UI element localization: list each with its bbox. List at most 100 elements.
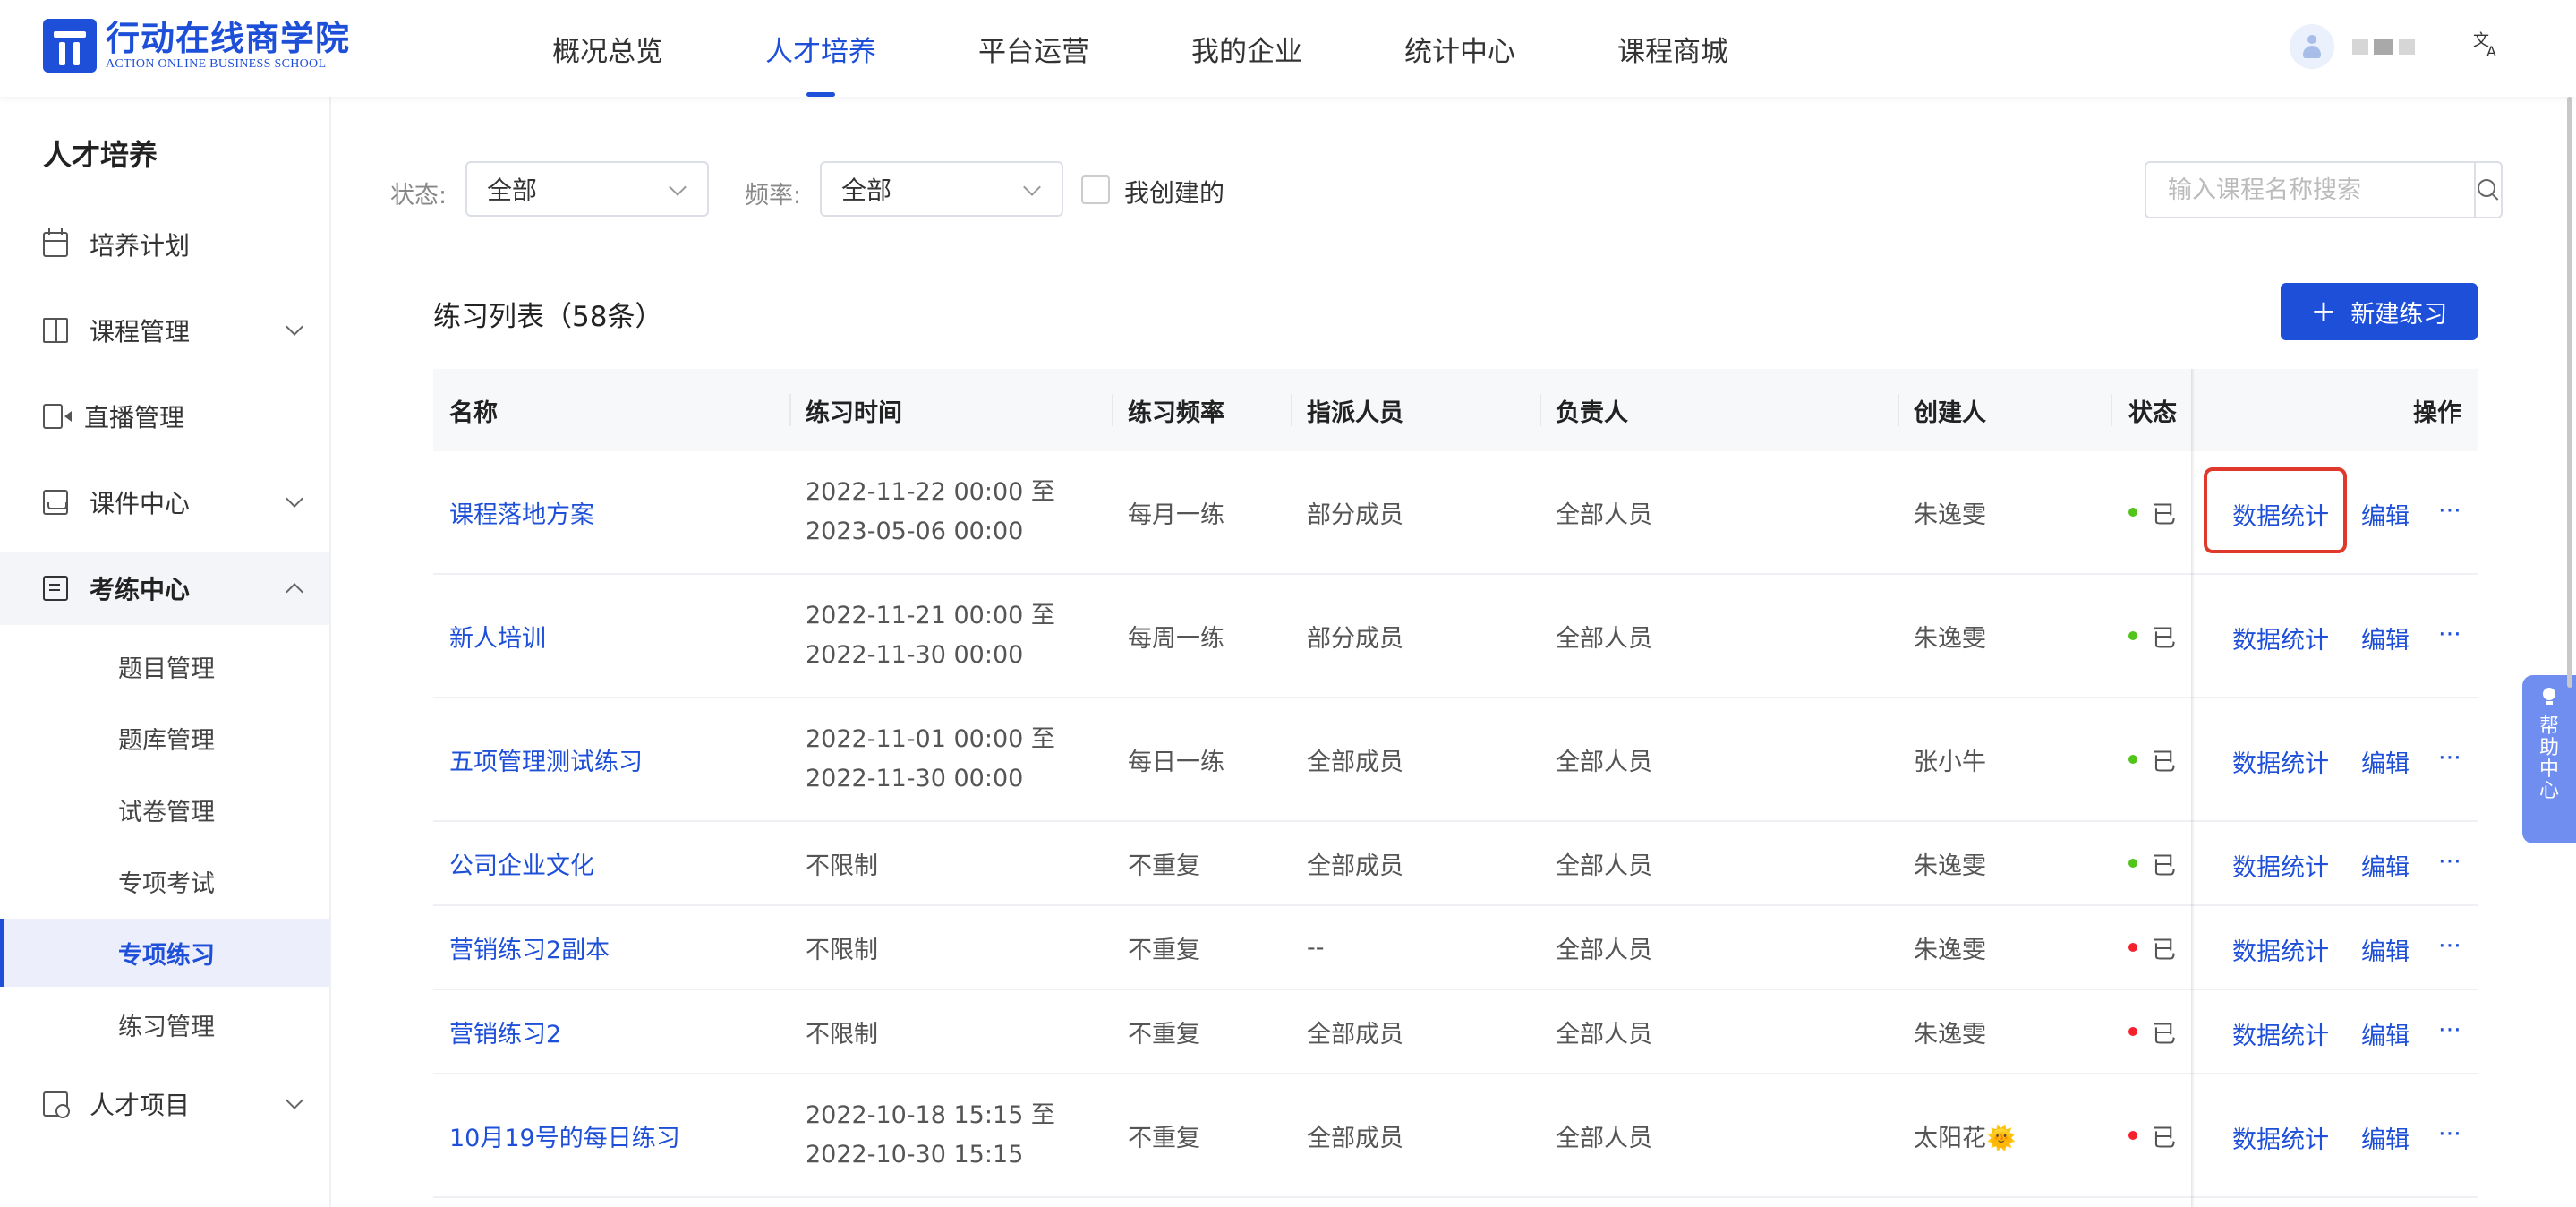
topnav-my-enterprise[interactable]: 我的企业: [1140, 0, 1353, 97]
logo-mark-icon: [43, 19, 97, 73]
topnav-overview[interactable]: 概况总览: [501, 0, 714, 97]
search-input[interactable]: [2146, 163, 2474, 217]
sidebar-item-label: 课件中心: [90, 489, 191, 518]
practice-creator: 太阳花🌞: [1914, 1124, 2017, 1152]
status-text: 已下架: [2152, 936, 2177, 964]
sidebar-item-label: 人才项目: [90, 1091, 191, 1120]
sidebar-sub-practice-management[interactable]: 练习管理: [0, 990, 329, 1058]
practice-name-link[interactable]: 10月19号的每日练习: [449, 1074, 680, 1196]
brand-name-cn: 行动在线商学院: [106, 19, 351, 58]
practice-name-link[interactable]: 课程落地方案: [449, 451, 594, 573]
chevron-up-icon: [286, 583, 303, 601]
user-icon: [2303, 35, 2321, 58]
translate-icon[interactable]: 文A: [2469, 28, 2504, 65]
practice-name-link[interactable]: 公司企业文化: [449, 822, 594, 904]
practice-owner: 全部人员: [1556, 1124, 1652, 1152]
edit-link[interactable]: 编辑: [2361, 497, 2410, 532]
sidebar-item-training-plan[interactable]: 培养计划: [0, 208, 329, 281]
practice-name-link[interactable]: 五项管理测试练习: [449, 698, 643, 820]
data-statistics-link[interactable]: 数据统计: [2232, 848, 2329, 883]
practice-time-start: 2022-10-18 15:15 至: [806, 1101, 1055, 1129]
practice-creator: 朱逸雯: [1914, 501, 1986, 529]
practice-frequency: 每月一练: [1128, 501, 1224, 529]
practice-name-link[interactable]: 营销练习2副本: [449, 906, 610, 989]
more-actions-icon[interactable]: ···: [2438, 497, 2461, 525]
sidebar-sub-question-bank[interactable]: 题库管理: [0, 704, 329, 772]
practice-time-end: 2022-11-30 00:00: [806, 765, 1024, 792]
talent-icon: [43, 1091, 70, 1118]
data-statistics-link[interactable]: 数据统计: [2232, 932, 2329, 967]
practice-assignee: 全部成员: [1307, 1124, 1403, 1152]
sidebar-sub-paper-management[interactable]: 试卷管理: [0, 775, 329, 843]
sidebar-item-courseware-center[interactable]: 课件中心: [0, 466, 329, 539]
calendar-icon: [43, 228, 68, 257]
practice-assignee: 全部成员: [1307, 852, 1403, 880]
new-practice-button[interactable]: + 新建练习: [2281, 283, 2478, 340]
brand-logo[interactable]: 行动在线商学院 ACTION ONLINE BUSINESS SCHOOL: [43, 18, 350, 73]
search-button[interactable]: [2474, 163, 2501, 217]
practice-owner: 全部人员: [1556, 936, 1652, 964]
more-actions-icon[interactable]: ···: [2438, 1016, 2461, 1044]
practice-creator: 朱逸雯: [1914, 852, 1986, 880]
sidebar-sub-special-practice[interactable]: 专项练习: [0, 919, 329, 987]
col-header-frequency: 练习频率: [1128, 398, 1224, 427]
practice-status: 已上架: [2128, 698, 2177, 820]
sidebar-item-live-management[interactable]: 直播管理: [0, 380, 329, 453]
more-actions-icon[interactable]: ···: [2438, 1120, 2461, 1148]
status-dot: [2128, 508, 2137, 517]
chevron-down-icon: [286, 1091, 303, 1109]
edit-link[interactable]: 编辑: [2361, 621, 2410, 655]
edit-link[interactable]: 编辑: [2361, 1120, 2410, 1155]
chevron-down-icon: [669, 178, 687, 196]
data-statistics-link[interactable]: 数据统计: [2232, 1016, 2329, 1051]
table-row: 营销练习2副本 不限制 不重复 -- 全部人员 朱逸雯 已下架 数据统计编辑 ···: [433, 906, 2478, 990]
practice-time: 2022-10-18 15:15 至 2022-10-30 15:15: [806, 1074, 1055, 1196]
topnav-course-mall[interactable]: 课程商城: [1566, 0, 1779, 97]
created-by-me-label[interactable]: 我创建的: [1124, 174, 1224, 210]
topnav-platform-ops[interactable]: 平台运营: [927, 0, 1140, 97]
topnav-statistics[interactable]: 统计中心: [1353, 0, 1566, 97]
edit-link[interactable]: 编辑: [2361, 932, 2410, 967]
sidebar-sub-question-management[interactable]: 题目管理: [0, 632, 329, 700]
status-select[interactable]: 全部: [465, 161, 709, 217]
exam-icon: [43, 576, 68, 601]
help-center-tab[interactable]: 帮助中心: [2522, 675, 2576, 843]
edit-link[interactable]: 编辑: [2361, 848, 2410, 883]
practice-creator: 张小牛: [1914, 748, 1986, 776]
created-by-me-checkbox[interactable]: [1081, 175, 1110, 204]
data-statistics-link[interactable]: 数据统计: [2232, 1120, 2329, 1155]
sidebar-item-talent-project[interactable]: 人才项目: [0, 1067, 329, 1141]
edit-link[interactable]: 编辑: [2361, 744, 2410, 779]
top-bar: 行动在线商学院 ACTION ONLINE BUSINESS SCHOOL 概况…: [0, 0, 2576, 97]
data-statistics-link[interactable]: 数据统计: [2232, 497, 2329, 532]
data-statistics-link[interactable]: 数据统计: [2232, 744, 2329, 779]
sidebar-title: 人才培养: [43, 138, 158, 172]
practice-frequency: 不重复: [1128, 936, 1200, 964]
table-row: 营销练习2 不限制 不重复 全部成员 全部人员 朱逸雯 已下架 数据统计编辑 ···: [433, 990, 2478, 1074]
sidebar-item-course-management[interactable]: 课程管理: [0, 294, 329, 367]
data-statistics-link[interactable]: 数据统计: [2232, 621, 2329, 655]
practice-frequency: 不重复: [1128, 852, 1200, 880]
practice-time-start: 2022-11-21 00:00 至: [806, 602, 1055, 629]
practice-time-end: 2022-10-30 15:15: [806, 1141, 1024, 1168]
more-actions-icon[interactable]: ···: [2438, 848, 2461, 876]
more-actions-icon[interactable]: ···: [2438, 744, 2461, 772]
practice-assignee: 全部成员: [1307, 748, 1403, 776]
frequency-select[interactable]: 全部: [820, 161, 1063, 217]
sidebar-item-exam-practice-center[interactable]: 考练中心: [0, 552, 329, 625]
page-scrollbar[interactable]: [2567, 97, 2572, 688]
col-header-status: 状态: [2128, 398, 2177, 427]
fixed-column-shadow: [2191, 369, 2195, 1207]
edit-link[interactable]: 编辑: [2361, 1016, 2410, 1051]
practice-frequency: 不重复: [1128, 1020, 1200, 1049]
avatar[interactable]: [2290, 24, 2334, 69]
practice-name-link[interactable]: 新人培训: [449, 575, 546, 697]
more-actions-icon[interactable]: ···: [2438, 932, 2461, 960]
sidebar-sub-special-exam[interactable]: 专项考试: [0, 847, 329, 915]
user-menu[interactable]: 文A: [2290, 20, 2504, 73]
col-header-creator: 创建人: [1914, 398, 1986, 427]
topnav-talent-training[interactable]: 人才培养: [714, 0, 927, 97]
practice-name-link[interactable]: 营销练习2: [449, 990, 561, 1073]
more-actions-icon[interactable]: ···: [2438, 621, 2461, 648]
frequency-select-value: 全部: [841, 175, 892, 205]
